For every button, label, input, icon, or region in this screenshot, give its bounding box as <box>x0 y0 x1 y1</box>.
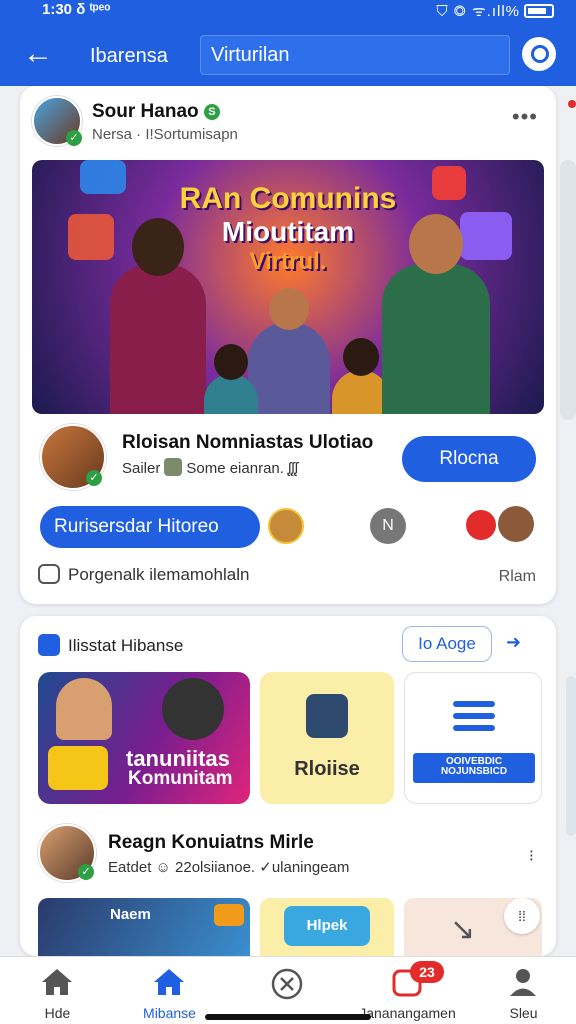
notification-badge: 23 <box>410 961 444 983</box>
verified-icon: ✓ <box>66 130 82 146</box>
profile-icon[interactable] <box>522 37 556 71</box>
host-name[interactable]: Rloisan Nomniastas Ulotiao <box>122 432 373 454</box>
post2-author[interactable]: Reagn Konuiatns Mirle <box>108 832 314 854</box>
home-icon <box>40 967 74 997</box>
app-header: 1:30 δ ᵗᵖᵉᵒ ⛉ ◎ ᯤ.ıll% ← Ibarensa Virtur… <box>0 0 576 86</box>
banner-title-line2: Mioutitam <box>221 216 355 247</box>
reaction-icon[interactable] <box>466 510 496 540</box>
dice-icon <box>48 746 108 790</box>
tag-icon <box>164 458 183 476</box>
home-indicator <box>205 1014 371 1020</box>
nav-profile[interactable]: Sleu <box>466 957 576 1024</box>
community-tile-1[interactable]: tanuniitas Komunitam <box>38 672 250 804</box>
nav-profile-label: Sleu <box>509 1005 538 1021</box>
nav-home-label: Hde <box>44 1005 71 1021</box>
post2-tile-2[interactable]: Hlpek <box>260 898 394 956</box>
dj-figure <box>248 288 330 414</box>
next-card-peek <box>560 160 576 420</box>
cursor-icon: ↘ <box>450 913 476 946</box>
community-tile-3[interactable]: OOIVEBDIC NOJUNSBICD <box>404 672 542 804</box>
menu-lines-icon <box>453 701 495 707</box>
member-avatar-2[interactable] <box>498 506 534 542</box>
status-icons: ⛉ ◎ ᯤ.ıll% <box>436 1 554 21</box>
comment-prompt[interactable]: Porgenalk ilemamohlaln <box>38 564 249 585</box>
post2-tile-1[interactable]: Naem <box>38 898 250 956</box>
next-card-peek-2 <box>566 676 576 836</box>
community-action-button[interactable]: Rurisersdar Hitoreo <box>40 506 260 548</box>
post2-tile-3[interactable]: ↘ ⁞⁞ <box>404 898 542 956</box>
tile2-label: Rloiise <box>294 758 360 780</box>
nav-home[interactable]: Hde <box>0 957 115 1024</box>
man-figure <box>382 214 490 414</box>
music-note-icon <box>306 694 348 738</box>
more-options-icon[interactable]: ••• <box>512 104 538 130</box>
join-button[interactable]: Rlocna <box>402 436 536 482</box>
host-verified-icon: ✓ <box>86 470 102 486</box>
post2-options-icon[interactable]: ⁝ <box>529 846 534 866</box>
see-all-button[interactable]: Io Aoge <box>402 626 492 662</box>
section-title: Ilisstat Hibanse <box>68 636 184 655</box>
community-tile-2[interactable]: Rloiise <box>260 672 394 804</box>
post-author[interactable]: Sour Hanao S <box>92 101 220 123</box>
mascot-icon <box>162 678 224 740</box>
banner-title-line1: RAn Comunins <box>179 182 397 215</box>
post-card: ✓ Sour Hanao S Nersa · I!Sortumisapn •••… <box>20 86 556 604</box>
grid-dots-icon[interactable]: ⁞⁞ <box>504 898 540 934</box>
search-input[interactable]: Virturilan <box>200 35 510 75</box>
person-thumbnail <box>56 678 112 740</box>
tile3-badge: OOIVEBDIC NOJUNSBICD <box>413 753 535 783</box>
woman-figure <box>110 218 206 414</box>
member-avatar[interactable] <box>268 508 304 544</box>
close-circle-icon <box>270 967 304 1000</box>
online-icon: S <box>203 104 220 120</box>
tile1-subtitle: Komunitam <box>128 768 233 789</box>
post-banner-image[interactable]: RAn Comunins Mioutitam Virtrul. <box>32 160 544 414</box>
red-dot-indicator <box>568 100 576 108</box>
host-meta: Sailer Some eianran. ᶘᶘᶘ <box>122 458 299 477</box>
post2-verified-icon: ✓ <box>78 864 94 880</box>
post-meta: Nersa · I!Sortumisapn <box>92 126 238 143</box>
tv-icon <box>214 904 244 926</box>
community-home-icon <box>152 967 186 997</box>
status-bar: 1:30 δ ᵗᵖᵉᵒ ⛉ ◎ ᯤ.ıll% <box>0 0 576 22</box>
back-arrow-icon[interactable]: ← <box>22 38 54 70</box>
page-title: Ibarensa <box>90 45 168 67</box>
message-badge-icon[interactable]: N <box>370 508 406 544</box>
battery-icon <box>524 4 554 18</box>
comment-action[interactable]: Rlam <box>499 568 536 586</box>
post2-meta: Eatdet ☺ 22olsiianoe. ✓ulaningeam <box>108 859 350 876</box>
post2-tile-2-label: Hlpek <box>284 906 370 946</box>
person-icon <box>506 967 540 997</box>
arrow-right-icon[interactable]: ➜ <box>506 632 538 656</box>
section-bookmark-icon <box>38 634 60 656</box>
community-section-card: Ilisstat Hibanse Io Aoge ➜ tanuniitas Ko… <box>20 616 556 956</box>
comment-icon <box>38 564 60 584</box>
status-time: 1:30 δ ᵗᵖᵉᵒ <box>42 1 111 18</box>
post2-tile-1-label: Naem <box>110 906 151 923</box>
